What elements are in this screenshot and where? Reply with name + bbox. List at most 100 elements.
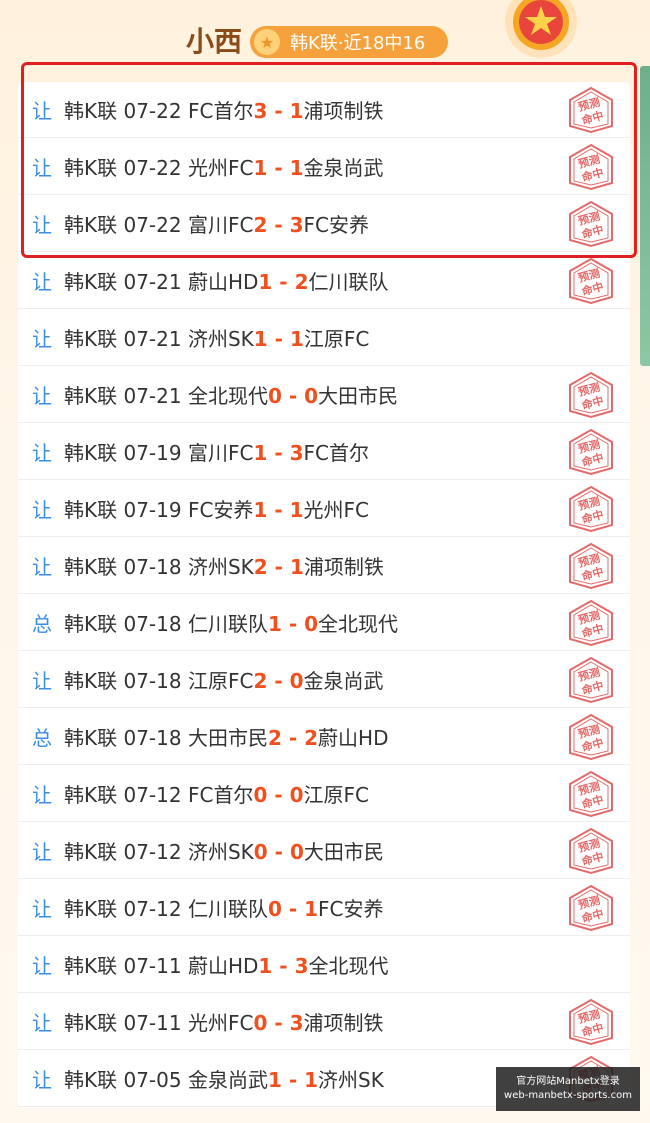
- away-score: 0: [289, 783, 304, 807]
- match-row[interactable]: 总韩K联 07-18 仁川联队1 - 0全北现代 预测 命中: [18, 595, 630, 651]
- away-team: FC安养: [318, 897, 384, 921]
- record-badge-text: 韩K联·近18中16: [290, 33, 426, 54]
- match-text: 韩K联 07-05 金泉尚武1 - 1济州SK: [64, 1064, 384, 1093]
- home-team: 全北现代: [187, 384, 268, 408]
- match-text: 韩K联 07-12 FC首尔0 - 0江原FC: [64, 779, 369, 808]
- match-text: 韩K联 07-12 仁川联队0 - 1FC安养: [64, 893, 384, 922]
- league-name: 韩K联: [64, 327, 118, 351]
- league-name: 韩K联: [64, 1011, 118, 1035]
- match-row[interactable]: 让韩K联 07-12 济州SK0 - 0大田市民 预测 命中: [18, 823, 630, 879]
- match-text: 韩K联 07-19 富川FC1 - 3FC首尔: [64, 437, 369, 466]
- score-separator: -: [281, 612, 305, 636]
- league-name: 韩K联: [64, 897, 118, 921]
- match-row[interactable]: 让韩K联 07-11 光州FC0 - 3浦项制铁 预测 命中: [18, 994, 630, 1050]
- bet-type-label: 让: [32, 1068, 52, 1092]
- side-decoration: [640, 66, 650, 366]
- score-separator: -: [267, 1011, 290, 1035]
- league-name: 韩K联: [64, 726, 118, 750]
- prediction-hit-stamp-icon: 预测命中: [569, 542, 613, 590]
- match-text: 韩K联 07-11 光州FC0 - 3浦项制铁: [64, 1007, 384, 1036]
- away-score: 1: [289, 498, 304, 522]
- score-separator: -: [267, 669, 290, 693]
- match-row[interactable]: 让韩K联 07-21 济州SK1 - 1江原FC: [18, 310, 630, 366]
- league-name: 韩K联: [64, 498, 118, 522]
- tipster-name: 小西: [186, 25, 243, 58]
- match-date: 07-21: [123, 384, 182, 408]
- match-row[interactable]: 让韩K联 07-11 蔚山HD1 - 3全北现代: [18, 937, 630, 993]
- away-team: 仁川联队: [308, 270, 389, 294]
- home-team: 济州SK: [187, 840, 254, 864]
- bet-type-label: 让: [32, 327, 52, 351]
- match-date: 07-11: [123, 954, 182, 978]
- match-date: 07-21: [123, 327, 182, 351]
- away-team: 济州SK: [318, 1068, 384, 1092]
- prediction-hit-stamp-icon: 预测命中: [569, 827, 613, 875]
- home-score: 1: [258, 954, 273, 978]
- bet-type-label: 总: [32, 726, 52, 750]
- league-name: 韩K联: [64, 384, 118, 408]
- league-name: 韩K联: [64, 612, 118, 636]
- bet-type-label: 让: [32, 555, 52, 579]
- away-score: 0: [289, 669, 304, 693]
- score-separator: -: [281, 384, 305, 408]
- home-score: 1: [258, 270, 273, 294]
- match-date: 07-21: [123, 270, 182, 294]
- match-date: 07-05: [123, 1068, 182, 1092]
- away-team: 江原FC: [303, 327, 370, 351]
- match-date: 07-11: [123, 1011, 182, 1035]
- home-score: 1: [267, 612, 282, 636]
- match-text: 韩K联 07-21 济州SK1 - 1江原FC: [64, 323, 369, 352]
- away-score: 1: [304, 897, 319, 921]
- match-text: 韩K联 07-18 济州SK2 - 1浦项制铁: [64, 551, 384, 580]
- score-separator: -: [267, 840, 290, 864]
- league-name: 韩K联: [64, 441, 118, 465]
- prediction-hit-stamp-icon: 预测命中: [569, 770, 613, 818]
- score-separator: -: [281, 1068, 305, 1092]
- match-date: 07-18: [123, 555, 182, 579]
- prediction-hit-stamp-icon: 预测命中: [569, 371, 613, 419]
- away-score: 1: [289, 327, 304, 351]
- league-name: 韩K联: [64, 840, 118, 864]
- match-row[interactable]: 让韩K联 07-12 仁川联队0 - 1FC安养 预测 命中: [18, 880, 630, 936]
- match-row[interactable]: 让韩K联 07-19 富川FC1 - 3FC首尔 预测 命中: [18, 424, 630, 480]
- score-separator: -: [272, 954, 295, 978]
- bet-type-label: 让: [32, 897, 52, 921]
- league-name: 韩K联: [64, 954, 118, 978]
- match-row[interactable]: 让韩K联 07-19 FC安养1 - 1光州FC 预测 命中: [18, 481, 630, 537]
- match-text: 韩K联 07-11 蔚山HD1 - 3全北现代: [64, 950, 389, 979]
- match-date: 07-19: [123, 441, 182, 465]
- match-row[interactable]: 让韩K联 07-21 蔚山HD1 - 2仁川联队 预测 命中: [18, 253, 630, 309]
- prediction-hit-stamp-icon: 预测命中: [569, 998, 613, 1046]
- bet-type-label: 让: [32, 441, 52, 465]
- watermark: 官方网站Manbetx登录 web-manbetx-sports.com: [496, 1067, 640, 1111]
- match-row[interactable]: 让韩K联 07-12 FC首尔0 - 0江原FC 预测 命中: [18, 766, 630, 822]
- watermark-line1: 官方网站Manbetx登录: [516, 1076, 620, 1087]
- highlight-box: [21, 62, 637, 258]
- league-name: 韩K联: [64, 270, 118, 294]
- away-score: 2: [294, 270, 309, 294]
- match-row[interactable]: 总韩K联 07-18 大田市民2 - 2蔚山HD 预测 命中: [18, 709, 630, 765]
- home-team: 济州SK: [187, 327, 254, 351]
- match-text: 韩K联 07-12 济州SK0 - 0大田市民: [64, 836, 384, 865]
- away-team: 大田市民: [303, 840, 384, 864]
- prediction-hit-stamp-icon: 预测命中: [569, 257, 613, 305]
- score-separator: -: [267, 498, 290, 522]
- away-score: 0: [304, 384, 319, 408]
- match-row[interactable]: 让韩K联 07-18 江原FC2 - 0金泉尚武 预测 命中: [18, 652, 630, 708]
- home-score: 1: [253, 441, 268, 465]
- away-team: 浦项制铁: [303, 1011, 384, 1035]
- prediction-hit-stamp-icon: 预测命中: [569, 599, 613, 647]
- home-score: 0: [267, 384, 282, 408]
- bet-type-label: 让: [32, 783, 52, 807]
- home-score: 2: [267, 726, 282, 750]
- match-row[interactable]: 让韩K联 07-21 全北现代0 - 0大田市民 预测 命中: [18, 367, 630, 423]
- away-score: 1: [289, 555, 304, 579]
- home-team: FC安养: [187, 498, 254, 522]
- away-team: 全北现代: [308, 954, 389, 978]
- home-score: 0: [253, 840, 268, 864]
- match-date: 07-12: [123, 783, 182, 807]
- score-separator: -: [267, 783, 290, 807]
- away-score: 3: [294, 954, 309, 978]
- bet-type-label: 总: [32, 612, 52, 636]
- match-row[interactable]: 让韩K联 07-18 济州SK2 - 1浦项制铁 预测 命中: [18, 538, 630, 594]
